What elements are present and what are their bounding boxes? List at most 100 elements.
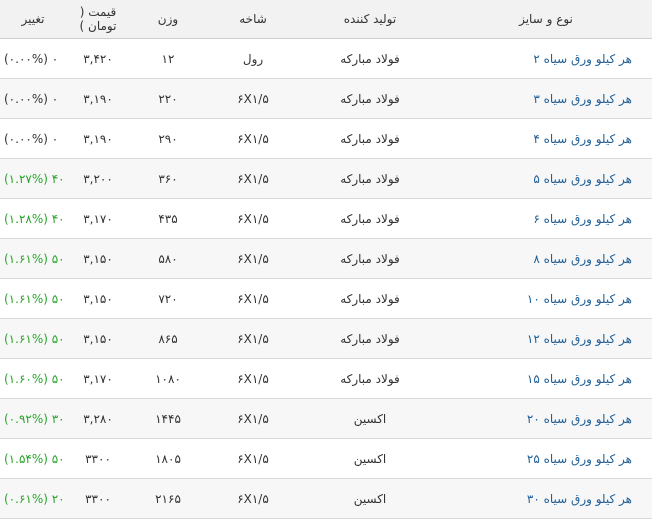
price-cell: ۳,۱۹۰ [66,78,130,119]
name-cell: هر کیلو ورق سیاه ۱۵ [440,358,652,399]
producer-cell: فولاد مبارکه [300,318,440,359]
change-cell: (۰.۰۰%) ۰ [0,78,66,119]
price-cell: ۳,۲۰۰ [66,158,130,199]
producer-cell: فولاد مبارکه [300,38,440,79]
weight-cell: ۲۹۰ [130,118,206,159]
product-link[interactable]: هر کیلو ورق سیاه ۲۵ [527,452,632,466]
table-row: هر کیلو ورق سیاه ۲ فولاد مبارکه رول ۱۲ ۳,۴۲۰… [0,38,652,79]
name-cell: هر کیلو ورق سیاه ۲ [440,38,652,79]
table-row: هر کیلو ورق سیاه ۳۰ اکسین ۶X۱/۵ ۲۱۶۵ ۳۳۰۰ (۰.… [0,478,652,519]
producer-cell: فولاد مبارکه [300,358,440,399]
product-link[interactable]: هر کیلو ورق سیاه ۱۲ [527,332,632,346]
table-row: هر کیلو ورق سیاه ۶ فولاد مبارکه ۶X۱/۵ ۴۳۵ ۳,… [0,198,652,239]
producer-cell: فولاد مبارکه [300,278,440,319]
producer-cell: فولاد مبارکه [300,78,440,119]
name-cell: هر کیلو ورق سیاه ۳ [440,78,652,119]
branch-cell: ۶X۱/۵ [206,398,300,439]
name-cell: هر کیلو ورق سیاه ۶ [440,198,652,239]
name-cell: هر کیلو ورق سیاه ۴ [440,118,652,159]
change-cell: (۱.۲۷%) ۴۰ [0,158,66,199]
branch-cell: ۶X۱/۵ [206,358,300,399]
branch-cell: ۶X۱/۵ [206,158,300,199]
change-cell: (۱.۶۱%) ۵۰ [0,318,66,359]
weight-cell: ۷۲۰ [130,278,206,319]
weight-cell: ۲۲۰ [130,78,206,119]
name-cell: هر کیلو ورق سیاه ۱۲ [440,318,652,359]
table-row: هر کیلو ورق سیاه ۱۰ فولاد مبارکه ۶X۱/۵ ۷۲۰ ۳… [0,278,652,319]
product-link[interactable]: هر کیلو ورق سیاه ۲۰ [527,412,632,426]
change-cell: (۰.۰۰%) ۰ [0,38,66,79]
change-cell: (۱.۶۰%) ۵۰ [0,358,66,399]
weight-cell: ۱۸۰۵ [130,438,206,479]
price-table: نوع و سایز تولید کننده شاخه وزن قیمت ( ت… [0,0,652,519]
producer-cell: فولاد مبارکه [300,158,440,199]
product-link[interactable]: هر کیلو ورق سیاه ۵ [533,172,632,186]
name-cell: هر کیلو ورق سیاه ۲۰ [440,398,652,439]
change-cell: (۰.۰۰%) ۰ [0,118,66,159]
name-cell: هر کیلو ورق سیاه ۱۰ [440,278,652,319]
branch-cell: ۶X۱/۵ [206,478,300,519]
price-cell: ۳,۱۵۰ [66,238,130,279]
product-link[interactable]: هر کیلو ورق سیاه ۶ [533,212,632,226]
product-link[interactable]: هر کیلو ورق سیاه ۳ [533,92,632,106]
change-cell: (۱.۲۸%) ۴۰ [0,198,66,239]
price-cell: ۳۳۰۰ [66,478,130,519]
table-row: هر کیلو ورق سیاه ۸ فولاد مبارکه ۶X۱/۵ ۵۸۰ ۳,… [0,238,652,279]
table-row: هر کیلو ورق سیاه ۲۵ اکسین ۶X۱/۵ ۱۸۰۵ ۳۳۰۰ (۱.… [0,438,652,479]
table-row: هر کیلو ورق سیاه ۴ فولاد مبارکه ۶X۱/۵ ۲۹۰ ۳,… [0,118,652,159]
weight-cell: ۸۶۵ [130,318,206,359]
price-cell: ۳,۱۷۰ [66,198,130,239]
weight-cell: ۴۳۵ [130,198,206,239]
product-link[interactable]: هر کیلو ورق سیاه ۸ [533,252,632,266]
producer-cell: اکسین [300,478,440,519]
producer-cell: اکسین [300,398,440,439]
price-cell: ۳,۱۷۰ [66,358,130,399]
change-cell: (۰.۹۲%) ۳۰ [0,398,66,439]
weight-cell: ۳۶۰ [130,158,206,199]
product-link[interactable]: هر کیلو ورق سیاه ۴ [533,132,632,146]
header-price[interactable]: قیمت ( تومان ) [66,0,130,39]
branch-cell: ۶X۱/۵ [206,238,300,279]
name-cell: هر کیلو ورق سیاه ۸ [440,238,652,279]
price-cell: ۳۳۰۰ [66,438,130,479]
change-cell: (۱.۶۱%) ۵۰ [0,278,66,319]
table-row: هر کیلو ورق سیاه ۲۰ اکسین ۶X۱/۵ ۱۴۴۵ ۳,۲۸۰ (۰… [0,398,652,439]
weight-cell: ۱۰۸۰ [130,358,206,399]
producer-cell: فولاد مبارکه [300,118,440,159]
price-cell: ۳,۱۵۰ [66,278,130,319]
table-row: هر کیلو ورق سیاه ۵ فولاد مبارکه ۶X۱/۵ ۳۶۰ ۳,… [0,158,652,199]
price-cell: ۳,۴۲۰ [66,38,130,79]
producer-cell: فولاد مبارکه [300,198,440,239]
header-weight[interactable]: وزن [130,0,206,39]
header-producer[interactable]: تولید کننده [300,0,440,39]
table-row: هر کیلو ورق سیاه ۱۲ فولاد مبارکه ۶X۱/۵ ۸۶۵ ۳… [0,318,652,359]
branch-cell: ۶X۱/۵ [206,318,300,359]
price-cell: ۳,۲۸۰ [66,398,130,439]
product-link[interactable]: هر کیلو ورق سیاه ۱۵ [527,372,632,386]
producer-cell: فولاد مبارکه [300,238,440,279]
branch-cell: ۶X۱/۵ [206,438,300,479]
branch-cell: رول [206,38,300,79]
product-link[interactable]: هر کیلو ورق سیاه ۳۰ [527,492,632,506]
header-name[interactable]: نوع و سایز [440,0,652,39]
table-row: هر کیلو ورق سیاه ۱۵ فولاد مبارکه ۶X۱/۵ ۱۰۸۰… [0,358,652,399]
change-cell: (۱.۶۱%) ۵۰ [0,238,66,279]
branch-cell: ۶X۱/۵ [206,118,300,159]
product-link[interactable]: هر کیلو ورق سیاه ۲ [533,52,632,66]
producer-cell: اکسین [300,438,440,479]
header-branch[interactable]: شاخه [206,0,300,39]
weight-cell: ۲۱۶۵ [130,478,206,519]
weight-cell: ۱۴۴۵ [130,398,206,439]
product-link[interactable]: هر کیلو ورق سیاه ۱۰ [527,292,632,306]
branch-cell: ۶X۱/۵ [206,198,300,239]
header-change[interactable]: تغییر [0,0,66,39]
table-row: هر کیلو ورق سیاه ۳ فولاد مبارکه ۶X۱/۵ ۲۲۰ ۳,… [0,78,652,119]
price-cell: ۳,۱۹۰ [66,118,130,159]
name-cell: هر کیلو ورق سیاه ۳۰ [440,478,652,519]
table-header-row: نوع و سایز تولید کننده شاخه وزن قیمت ( ت… [0,0,652,39]
name-cell: هر کیلو ورق سیاه ۲۵ [440,438,652,479]
weight-cell: ۱۲ [130,38,206,79]
weight-cell: ۵۸۰ [130,238,206,279]
change-cell: (۰.۶۱%) ۲۰ [0,478,66,519]
branch-cell: ۶X۱/۵ [206,78,300,119]
